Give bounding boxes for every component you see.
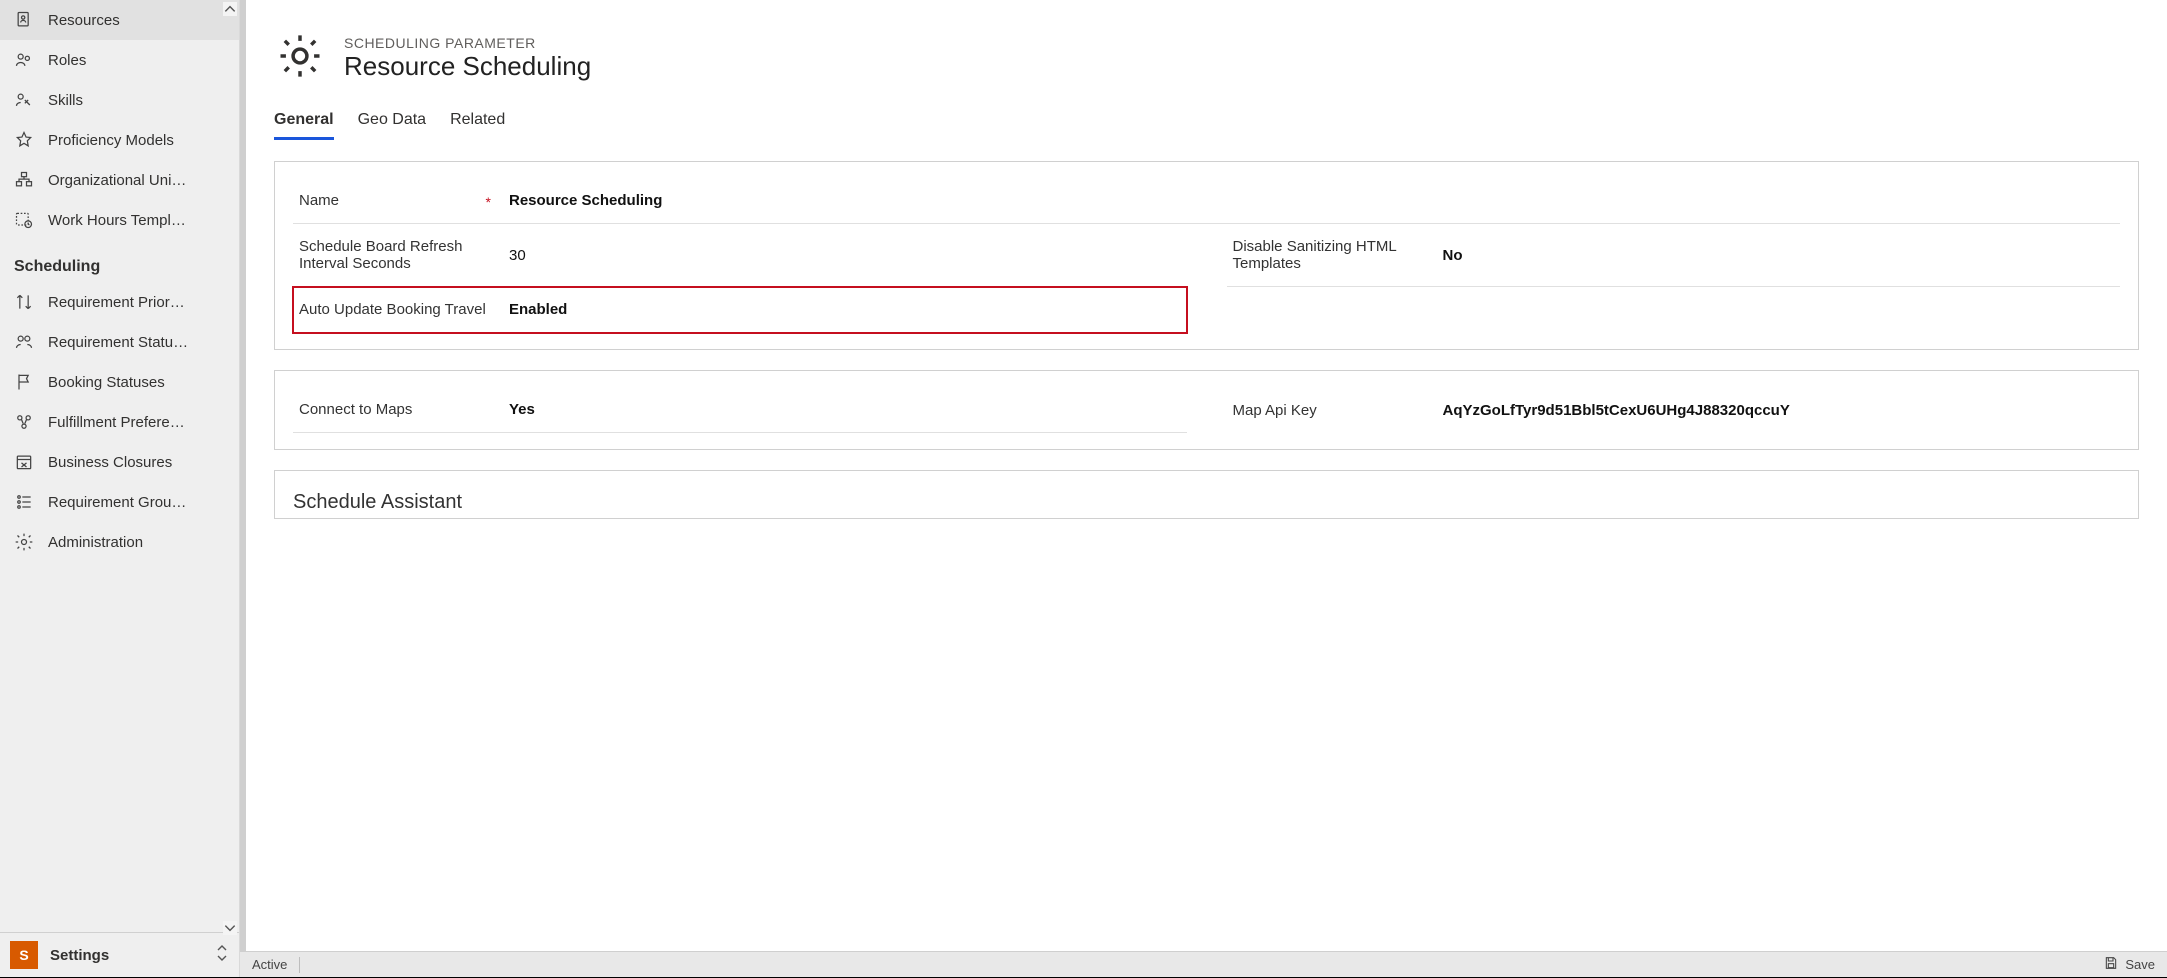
- field-disable-sanitize-value[interactable]: No: [1443, 247, 2115, 264]
- sidebar-item-label: Administration: [48, 534, 143, 551]
- form-grid-2: Connect to Maps Yes Map Api Key AqYzGoLf…: [293, 387, 2120, 433]
- field-name-value[interactable]: Resource Scheduling: [509, 192, 2114, 209]
- calendar-x-icon: [14, 452, 34, 472]
- general-section: Name * Resource Scheduling Schedule Boar…: [274, 161, 2139, 350]
- sidebar-item-roles[interactable]: Roles: [0, 40, 239, 80]
- sidebar-item-resources[interactable]: Resources: [0, 0, 239, 40]
- tab-related[interactable]: Related: [450, 103, 505, 140]
- field-auto-update-value[interactable]: Enabled: [509, 301, 1181, 318]
- field-refresh-interval[interactable]: Schedule Board Refresh Interval Seconds …: [293, 224, 1187, 287]
- record-eyebrow: SCHEDULING PARAMETER: [344, 35, 591, 51]
- field-name-label: Name *: [299, 192, 509, 209]
- tab-general[interactable]: General: [274, 103, 334, 140]
- work-hours-icon: [14, 210, 34, 230]
- sidebar-item-label: Requirement Statu…: [48, 334, 188, 351]
- field-connect-maps-label: Connect to Maps: [299, 401, 509, 418]
- requirement-status-icon: [14, 332, 34, 352]
- sidebar-item-label: Roles: [48, 52, 86, 69]
- schedule-assistant-section: Schedule Assistant: [274, 470, 2139, 519]
- scroll-up-indicator[interactable]: [223, 2, 237, 16]
- resources-icon: [14, 10, 34, 30]
- sidebar-item-label: Booking Statuses: [48, 374, 165, 391]
- field-map-api-key[interactable]: Map Api Key AqYzGoLfTyr9d51Bbl5tCexU6UHg…: [1227, 387, 2121, 433]
- field-auto-update-booking-travel[interactable]: Auto Update Booking Travel Enabled: [293, 287, 1187, 333]
- sidebar-item-proficiency-models[interactable]: Proficiency Models: [0, 120, 239, 160]
- sidebar-item-booking-statuses[interactable]: Booking Statuses: [0, 362, 239, 402]
- maps-section: Connect to Maps Yes Map Api Key AqYzGoLf…: [274, 370, 2139, 450]
- sidebar-item-fulfillment-preferences[interactable]: Fulfillment Prefere…: [0, 402, 239, 442]
- tab-geo-data[interactable]: Geo Data: [358, 103, 426, 140]
- area-picker[interactable]: S Settings: [0, 932, 239, 977]
- sidebar-item-label: Organizational Uni…: [48, 172, 186, 189]
- priority-icon: [14, 292, 34, 312]
- area-swatch: S: [10, 941, 38, 969]
- sidebar-item-organizational-units[interactable]: Organizational Uni…: [0, 160, 239, 200]
- org-icon: [14, 170, 34, 190]
- field-connect-to-maps[interactable]: Connect to Maps Yes: [293, 387, 1187, 433]
- sidebar-scroll[interactable]: Resources Roles Skills Proficiency Model…: [0, 0, 239, 932]
- sidebar-item-label: Fulfillment Prefere…: [48, 414, 185, 431]
- schedule-assistant-title: Schedule Assistant: [293, 487, 2120, 514]
- sidebar: Resources Roles Skills Proficiency Model…: [0, 0, 240, 977]
- record-titles: SCHEDULING PARAMETER Resource Scheduling: [344, 35, 591, 82]
- field-auto-update-label: Auto Update Booking Travel: [299, 301, 509, 318]
- field-refresh-label: Schedule Board Refresh Interval Seconds: [299, 238, 509, 272]
- sidebar-item-label: Resources: [48, 12, 120, 29]
- form-grid-1: Name * Resource Scheduling Schedule Boar…: [293, 178, 2120, 333]
- record-title: Resource Scheduling: [344, 51, 591, 82]
- field-name[interactable]: Name * Resource Scheduling: [293, 178, 2120, 224]
- record-header: SCHEDULING PARAMETER Resource Scheduling: [274, 30, 2139, 87]
- save-label: Save: [2125, 957, 2155, 972]
- flag-icon: [14, 372, 34, 392]
- field-disable-sanitize[interactable]: Disable Sanitizing HTML Templates No: [1227, 224, 2121, 287]
- roles-icon: [14, 50, 34, 70]
- sidebar-item-label: Requirement Grou…: [48, 494, 186, 511]
- field-connect-maps-value[interactable]: Yes: [509, 401, 1181, 418]
- sidebar-item-business-closures[interactable]: Business Closures: [0, 442, 239, 482]
- status-left: Active: [252, 957, 300, 973]
- field-disable-sanitize-label: Disable Sanitizing HTML Templates: [1233, 238, 1443, 272]
- app-root: Resources Roles Skills Proficiency Model…: [0, 0, 2167, 978]
- updown-icon: [215, 944, 229, 967]
- sidebar-item-administration[interactable]: Administration: [0, 522, 239, 562]
- sidebar-item-skills[interactable]: Skills: [0, 80, 239, 120]
- star-icon: [14, 130, 34, 150]
- sidebar-item-requirement-priorities[interactable]: Requirement Prior…: [0, 282, 239, 322]
- nav-group-scheduling-header: Scheduling: [0, 240, 239, 282]
- tab-bar: General Geo Data Related: [274, 103, 2139, 141]
- save-icon: [2103, 955, 2119, 974]
- record-state: Active: [252, 957, 287, 972]
- content-area: SCHEDULING PARAMETER Resource Scheduling…: [240, 0, 2167, 951]
- sidebar-item-label: Business Closures: [48, 454, 172, 471]
- gear-icon: [274, 30, 326, 87]
- save-button[interactable]: Save: [2103, 955, 2155, 974]
- required-indicator: *: [486, 194, 491, 210]
- skills-icon: [14, 90, 34, 110]
- fulfillment-icon: [14, 412, 34, 432]
- sidebar-item-requirement-groups[interactable]: Requirement Grou…: [0, 482, 239, 522]
- requirement-group-icon: [14, 492, 34, 512]
- main: SCHEDULING PARAMETER Resource Scheduling…: [240, 0, 2167, 977]
- sidebar-item-requirement-statuses[interactable]: Requirement Statu…: [0, 322, 239, 362]
- sidebar-item-label: Proficiency Models: [48, 132, 174, 149]
- sidebar-item-label: Requirement Prior…: [48, 294, 185, 311]
- status-divider: [299, 957, 300, 973]
- field-map-api-value[interactable]: AqYzGoLfTyr9d51Bbl5tCexU6UHg4J88320qccuY: [1443, 402, 2115, 419]
- sidebar-item-work-hours-templates[interactable]: Work Hours Templ…: [0, 200, 239, 240]
- scroll-down-indicator[interactable]: [223, 921, 237, 935]
- status-bar: Active Save: [240, 951, 2167, 977]
- sidebar-item-label: Skills: [48, 92, 83, 109]
- field-refresh-value[interactable]: 30: [509, 247, 1181, 264]
- sidebar-item-label: Work Hours Templ…: [48, 212, 186, 229]
- field-map-api-label: Map Api Key: [1233, 402, 1443, 419]
- gear-icon: [14, 532, 34, 552]
- area-label: Settings: [50, 947, 109, 964]
